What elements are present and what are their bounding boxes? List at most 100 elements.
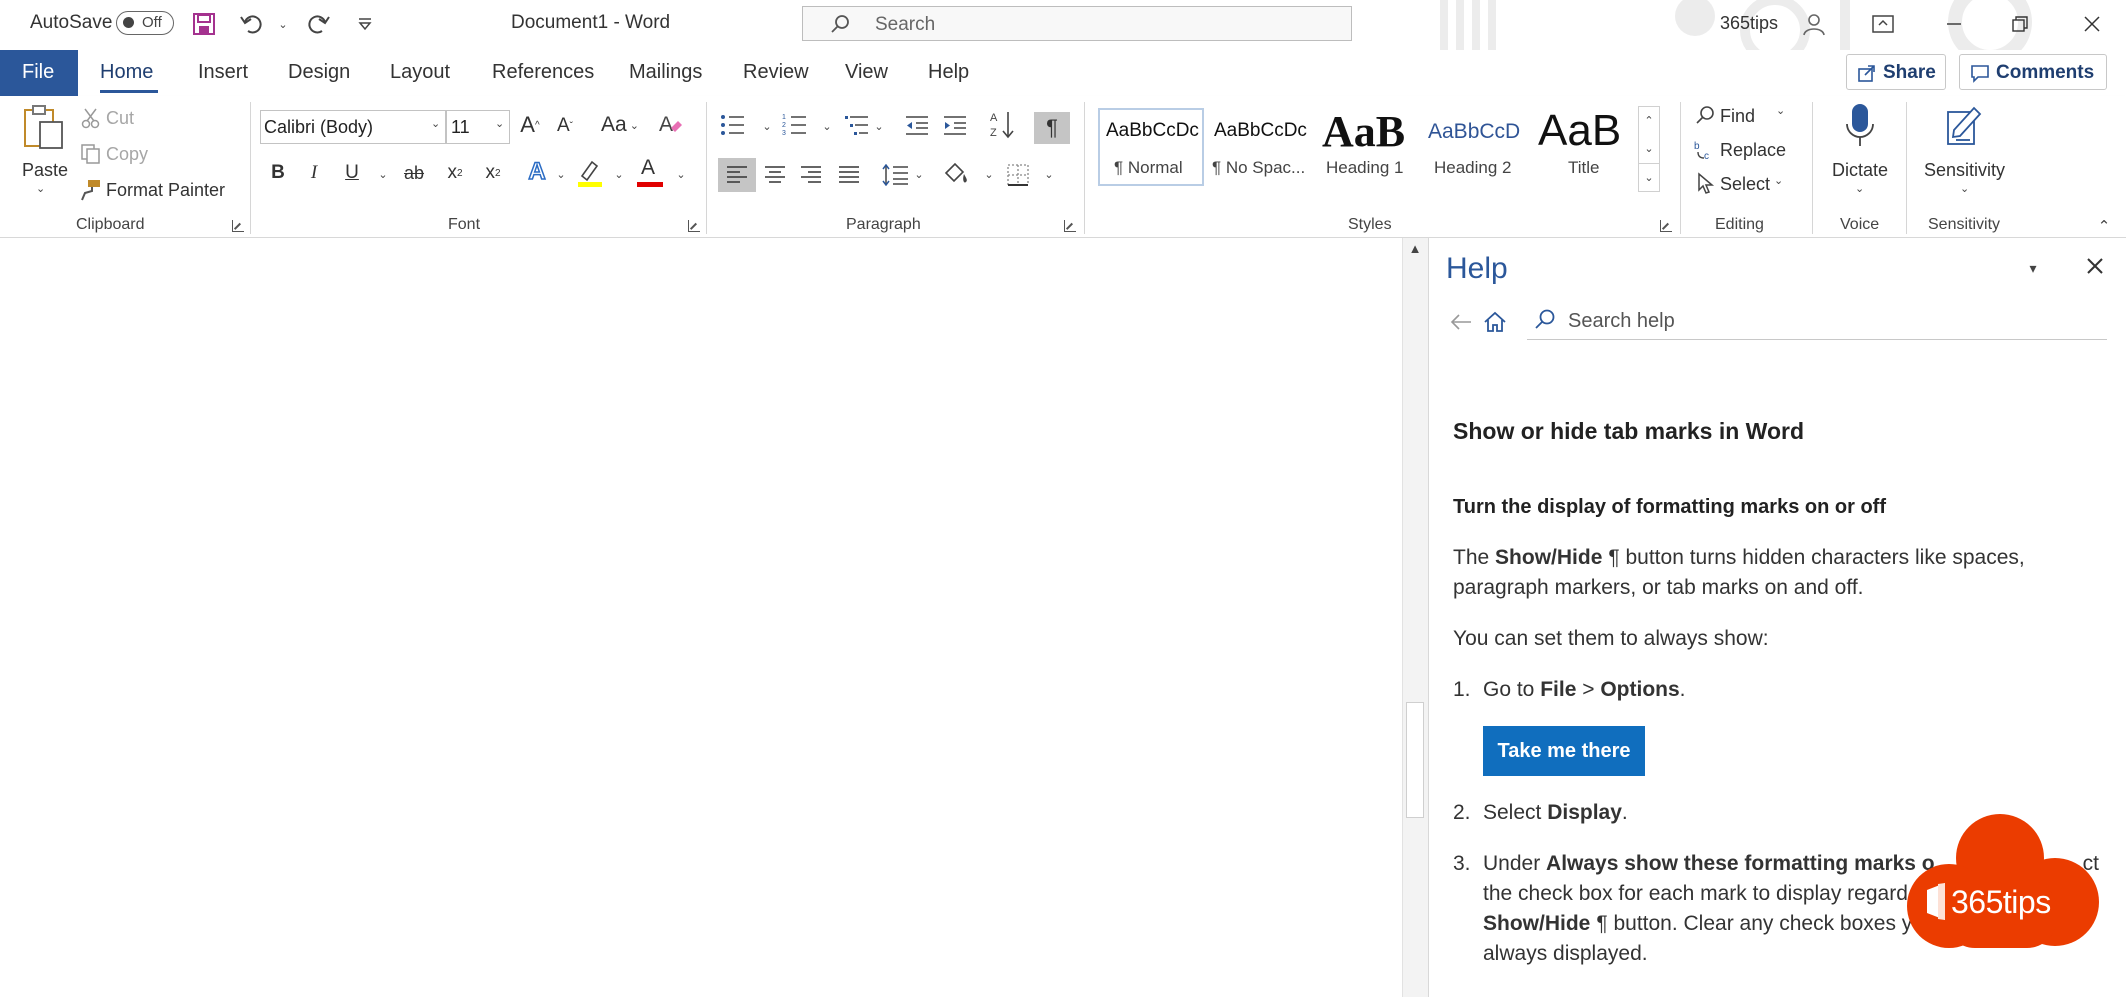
bold-button[interactable]: B [264,158,292,188]
close-window-icon[interactable] [2078,10,2106,38]
tab-insert[interactable]: Insert [198,61,248,84]
undo-icon[interactable] [238,10,266,38]
tab-view[interactable]: View [845,61,888,84]
paste-button[interactable]: Paste ⌄ [14,102,72,204]
undo-dropdown-icon[interactable]: ⌄ [276,14,290,34]
tab-file[interactable]: File [0,50,78,96]
align-left-button[interactable] [718,158,756,192]
autosave-toggle[interactable]: Off [116,11,174,35]
shrink-font-icon[interactable]: Aˇ [552,112,578,140]
scroll-up-icon[interactable]: ▲ [1403,238,1427,258]
tab-review[interactable]: Review [743,61,809,84]
close-icon[interactable] [2081,252,2109,280]
replace-button[interactable]: bc Replace [1694,136,1804,166]
font-group-label: Font [448,216,481,233]
dictate-button[interactable]: Dictate ⌄ [1820,102,1900,206]
tab-mailings[interactable]: Mailings [629,61,702,84]
numbering-dropdown-icon[interactable]: ⌄ [820,116,834,136]
home-icon[interactable] [1481,308,1509,336]
tab-design[interactable]: Design [288,61,350,84]
multilevel-dropdown-icon[interactable]: ⌄ [872,116,886,136]
document-title: Document1 - Word [511,12,671,33]
subscript-button[interactable]: x2 [440,158,470,188]
clear-formatting-icon[interactable]: A [656,110,686,140]
text-effects-dropdown-icon[interactable]: ⌄ [554,164,568,184]
collapse-ribbon-icon[interactable]: ⌃ [2094,218,2114,235]
redo-icon[interactable] [304,10,332,38]
shading-dropdown-icon[interactable]: ⌄ [982,164,996,184]
shading-icon[interactable] [940,156,972,192]
pane-options-icon[interactable]: ▾ [2023,258,2043,278]
style-title[interactable]: AaB Title [1538,106,1634,186]
tab-layout[interactable]: Layout [390,61,450,84]
numbering-icon[interactable]: 123 [780,110,810,140]
styles-more-icon[interactable]: ⌄ [1639,163,1659,191]
align-center-button[interactable] [760,158,790,192]
styles-down-icon[interactable]: ⌄ [1639,135,1659,161]
cut-button[interactable]: Cut [78,106,158,132]
restore-icon[interactable] [2006,10,2034,38]
show-hide-marks-button[interactable]: ¶ [1034,112,1070,144]
highlight-dropdown-icon[interactable]: ⌄ [612,164,626,184]
sensitivity-button[interactable]: Sensitivity ⌄ [1914,102,2014,206]
step-1: Go to File > Options. [1483,675,1686,705]
customize-toolbar-icon[interactable] [354,12,376,36]
font-color-button[interactable]: A [634,156,666,190]
share-button[interactable]: Share [1846,54,1946,90]
help-search-box[interactable]: Search help [1527,302,2107,340]
title-search-box[interactable]: Search [802,6,1352,41]
italic-button[interactable]: I [300,158,328,188]
user-icon[interactable] [1800,10,1828,38]
strikethrough-button[interactable]: ab [398,158,430,188]
take-me-there-button[interactable]: Take me there [1483,726,1645,776]
styles-up-icon[interactable]: ⌃ [1639,107,1659,133]
line-spacing-icon[interactable] [880,158,912,192]
align-right-button[interactable] [796,158,826,192]
font-size-select[interactable]: 11 ⌄ [446,110,510,144]
justify-button[interactable] [834,158,864,192]
font-name-select[interactable]: Calibri (Body) ⌄ [260,110,446,144]
font-color-dropdown-icon[interactable]: ⌄ [674,164,688,184]
sort-icon[interactable]: AZ [988,108,1018,140]
clipboard-launcher-icon[interactable] [232,220,244,232]
underline-dropdown-icon[interactable]: ⌄ [376,164,390,184]
comments-button[interactable]: Comments [1959,54,2107,90]
vertical-scrollbar[interactable]: ▲ [1402,238,1428,997]
line-spacing-dropdown-icon[interactable]: ⌄ [912,164,926,184]
styles-launcher-icon[interactable] [1660,220,1672,232]
bullets-dropdown-icon[interactable]: ⌄ [760,116,774,136]
minimize-icon[interactable] [1940,10,1968,38]
paragraph-launcher-icon[interactable] [1064,220,1076,232]
format-painter-button[interactable]: Format Painter [78,178,228,204]
copy-button[interactable]: Copy [78,142,158,168]
text-effects-button[interactable]: A [522,156,552,188]
multilevel-list-icon[interactable] [842,110,872,140]
change-case-button[interactable]: Aa ⌄ [598,110,642,140]
style-heading-2[interactable]: AaBbCcD Heading 2 [1428,108,1534,186]
underline-button[interactable]: U [338,158,366,188]
style-heading-1[interactable]: AaB Heading 1 [1318,107,1424,186]
select-button[interactable]: Select ⌄ [1694,170,1794,200]
increase-indent-icon[interactable] [940,110,970,140]
account-name[interactable]: 365tips [1720,13,1778,34]
svg-text:b: b [1694,141,1700,152]
grow-font-icon[interactable]: A ^ [516,110,544,140]
tab-home[interactable]: Home [100,61,153,84]
tab-help[interactable]: Help [928,61,969,84]
scroll-thumb[interactable] [1406,702,1424,818]
style-normal[interactable]: AaBbCcDc ¶ Normal [1098,108,1204,186]
decrease-indent-icon[interactable] [902,110,932,140]
bullets-icon[interactable] [718,110,748,140]
save-icon[interactable] [191,11,217,37]
font-launcher-icon[interactable] [688,220,700,232]
back-arrow-icon[interactable] [1447,308,1475,336]
tab-references[interactable]: References [492,61,594,84]
style-no-spacing[interactable]: AaBbCcDc ¶ No Spac... [1208,108,1314,186]
find-button[interactable]: Find ⌄ [1694,102,1790,132]
borders-dropdown-icon[interactable]: ⌄ [1042,164,1056,184]
borders-icon[interactable] [1002,158,1034,192]
document-canvas[interactable] [0,238,1402,997]
highlight-icon[interactable] [574,156,606,190]
superscript-button[interactable]: x2 [478,158,508,188]
ribbon-display-icon[interactable] [1870,11,1896,37]
